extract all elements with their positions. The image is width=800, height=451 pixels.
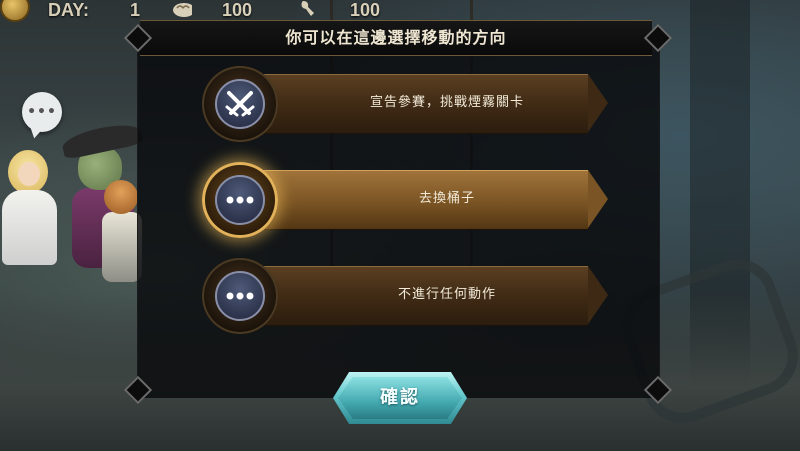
option-exchange-bucket[interactable]: 去換桶子 [202,162,612,238]
option-label: 不進行任何動作 [397,287,496,302]
option-do-nothing[interactable]: 不進行任何動作 [202,258,612,334]
top-hud: DAY: 1 100 100 [0,0,800,22]
bread-icon [173,3,192,17]
wrench-icon [301,1,314,16]
crossed-swords-icon [215,79,265,129]
chat-bubble-icon[interactable]: ••• [22,92,62,132]
tool-value: 100 [350,0,381,20]
confirm-button-label: 確認 [380,387,420,408]
option-disc [202,162,278,238]
option-challenge-smoke-stage[interactable]: 宣告參賽，挑戰煙霧關卡 [202,66,612,142]
day-coin-icon [0,0,30,22]
confirm-button[interactable]: 確認 [333,372,467,424]
character-angel-girl [0,140,60,270]
option-label: 宣告參賽，挑戰煙霧關卡 [369,95,524,110]
dialog-title: 你可以在這邊選擇移動的方向 [285,28,507,47]
option-disc [202,258,278,334]
day-value: 1 [130,0,141,20]
ellipsis-icon [215,175,265,225]
game-scene: DAY: 1 100 100 ••• 你可以在這邊選擇移動的方向 宣告參賽，挑戰… [0,0,800,451]
option-label: 去換桶子 [418,191,475,206]
bread-value: 100 [222,0,253,20]
ellipsis-icon [215,271,265,321]
dialog-title-bar: 你可以在這邊選擇移動的方向 [140,20,652,56]
option-disc [202,66,278,142]
day-label: DAY: [48,0,90,20]
